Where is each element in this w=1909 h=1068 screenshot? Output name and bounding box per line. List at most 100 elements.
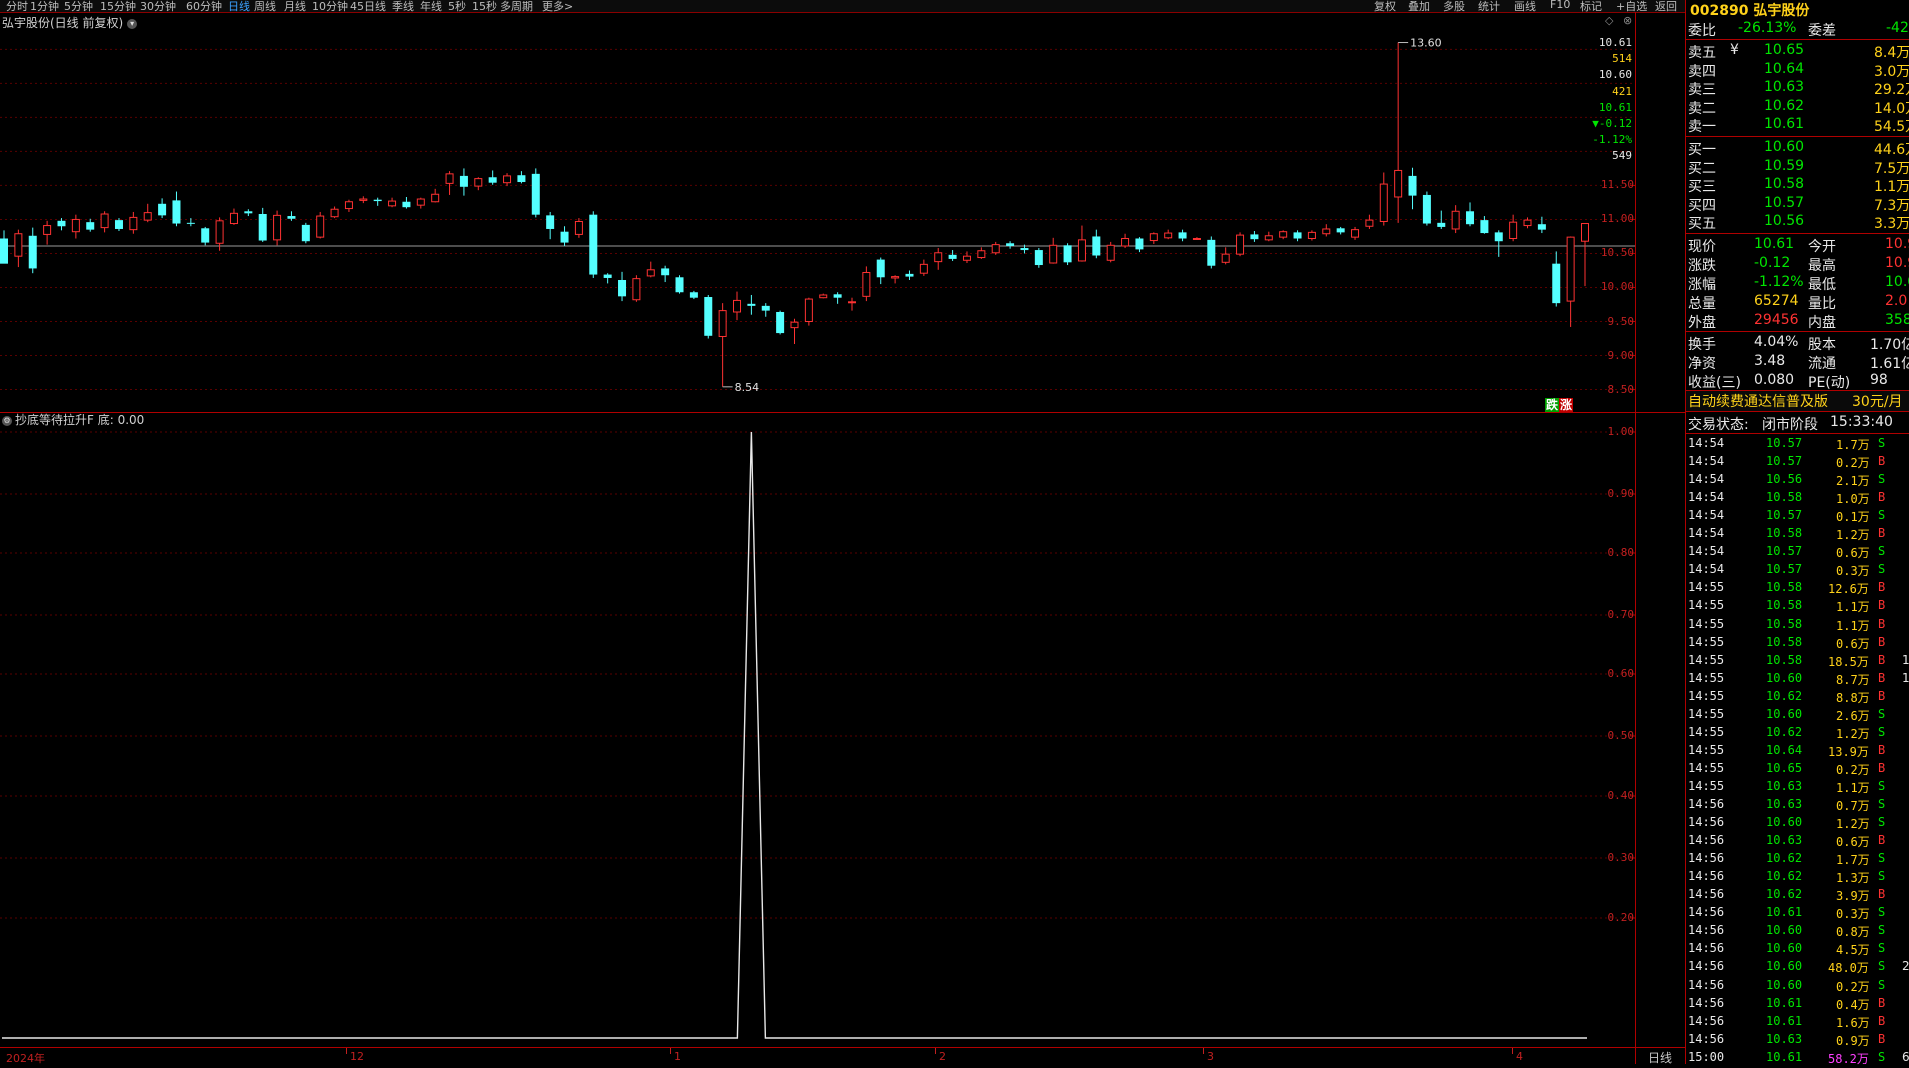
tick-price: 10.62 [1766,688,1803,703]
candle-body-up [574,220,583,235]
level-price: 10.60 [1764,139,1805,155]
tick-time: 14:55 [1688,670,1725,685]
candle-body-down [1437,222,1446,227]
candle-body-down [1207,239,1216,266]
stat-label: 净资 [1688,356,1716,372]
level-label: 卖二 [1688,100,1716,117]
order-book-row: 卖四 10.64 3.0万 [1686,61,1909,80]
indicator-tick-label: 0.40 [1607,789,1635,802]
weibi-label: 委比 [1688,23,1716,39]
tick-row: 14:54 10.57 0.1万 S [1686,508,1909,526]
ad-price: 30元/月 [1852,394,1903,410]
candle-body-up [962,255,971,261]
tick-price: 10.61 [1766,905,1803,920]
stat-label: 股本 [1808,337,1836,353]
tick-price: 10.64 [1766,742,1803,757]
candle-body-up [1566,236,1575,302]
candle-body-down [833,294,842,298]
tick-side: B [1878,652,1886,667]
price-tick-label: 10.50 [1600,246,1634,260]
tick-volume: 0.9万 [1836,1033,1870,1048]
tick-volume: 1.2万 [1836,726,1870,741]
diamond-icon[interactable]: ◇ [1605,14,1613,27]
candle-body-down [186,222,195,224]
tick-price: 10.60 [1766,815,1803,830]
time-label: 3 [1207,1050,1214,1063]
kline-title[interactable]: 弘宇股份(日线 前复权) ▾ [2,14,138,31]
candle-body-up [503,175,512,184]
price-tick-label: 11.00 [1600,212,1634,226]
candle-body-down [373,199,382,202]
candle-body-down [459,175,468,187]
tick-volume: 48.0万 [1828,961,1869,976]
tick-row: 14:55 10.58 18.5万 B [1686,653,1909,671]
price-info-label: 10.61 [1598,36,1632,49]
tick-price: 10.57 [1766,436,1803,450]
candle-body-up [1365,219,1374,227]
indicator-title[interactable]: ⚙ 抄底等待拉升F 底: 0.00 [2,411,144,428]
tick-price: 10.58 [1766,526,1803,541]
candle-body-up [1264,235,1273,241]
candle-body-down [876,259,885,278]
tick-volume: 1.1万 [1836,780,1870,795]
candle-body-down [661,268,670,276]
close-icon[interactable]: ⊗ [1623,14,1632,27]
candle-body-up [977,250,986,259]
tick-time: 14:55 [1688,634,1725,649]
ad-banner[interactable]: 自动续费通达信普及版 30元/月 [1686,391,1909,411]
tick-time: 14:56 [1688,833,1725,848]
tick-price: 10.58 [1766,580,1803,595]
divider [1686,233,1909,234]
status-time: 15:33:40 [1830,414,1893,430]
settings-icon[interactable]: ⚙ [2,415,12,426]
candle-body-up [71,218,80,233]
candle-body-down [488,177,497,183]
tick-time: 14:55 [1688,724,1725,739]
tick-row: 14:56 10.61 0.3万 S [1686,905,1909,923]
tick-volume: 8.8万 [1836,690,1870,705]
down-label: 跌 [1545,398,1560,412]
level-label: 买三 [1688,179,1716,196]
period-indicator[interactable]: 日线 [1648,1049,1672,1066]
tick-volume: 0.7万 [1836,799,1870,813]
price-info-label: 549 [1612,149,1632,163]
level-price: 10.56 [1764,213,1805,230]
candle-body-up [1451,210,1460,230]
tick-price: 10.60 [1766,706,1803,721]
tick-volume: 0.6万 [1836,835,1870,850]
order-book-row: 卖三 10.63 29.2万 [1686,79,1909,99]
tick-time: 14:54 [1688,472,1725,487]
candle-body-down [531,173,540,215]
candle-body-up [804,298,813,323]
price-tick-label: 10.00 [1600,280,1634,294]
level-label: 卖三 [1688,82,1716,99]
tick-time: 14:56 [1688,851,1725,866]
candle-body-up [229,212,238,225]
divider [1686,411,1909,412]
kline-chart[interactable]: 13.60 8.54 [0,0,1686,1064]
level-volume: 1.1万 [1874,179,1909,196]
stats-row: 净资 3.48 流通 1.61亿 [1686,353,1909,372]
tick-price: 10.57 [1766,562,1803,577]
tick-row: 14:56 10.60 4.5万 S [1686,941,1909,959]
indicator-tick-label: 0.50 [1607,729,1635,742]
stat-value: -0.12 [1754,255,1791,271]
price-annotations: 13.60 8.54 [722,37,1442,394]
quote-header[interactable]: 002890 弘宇股份 [1686,0,1909,19]
status-label: 交易状态: [1688,417,1749,433]
candlestick-series [0,42,1589,387]
candle-body-up [445,173,454,184]
tick-price: 10.65 [1766,760,1803,775]
stats-row: 收益(三) 0.080 PE(动) 98 [1686,372,1909,391]
tick-row: 14:54 10.58 1.0万 B [1686,490,1909,508]
tick-row: 14:56 10.60 0.8万 S [1686,923,1909,941]
chevron-down-icon[interactable]: ▾ [127,18,138,29]
candle-body-down [1422,194,1431,224]
stat-value: 2.0 [1885,293,1908,309]
tick-row: 14:54 10.57 1.7万 S [1686,436,1909,454]
stat-value: 10.61 [1754,236,1795,252]
stat-label: 现价 [1688,239,1716,255]
candle-body-down [287,216,296,219]
stats-row: 换手 4.04% 股本 1.70亿 [1686,334,1909,353]
level-volume: 7.5万 [1874,160,1909,177]
